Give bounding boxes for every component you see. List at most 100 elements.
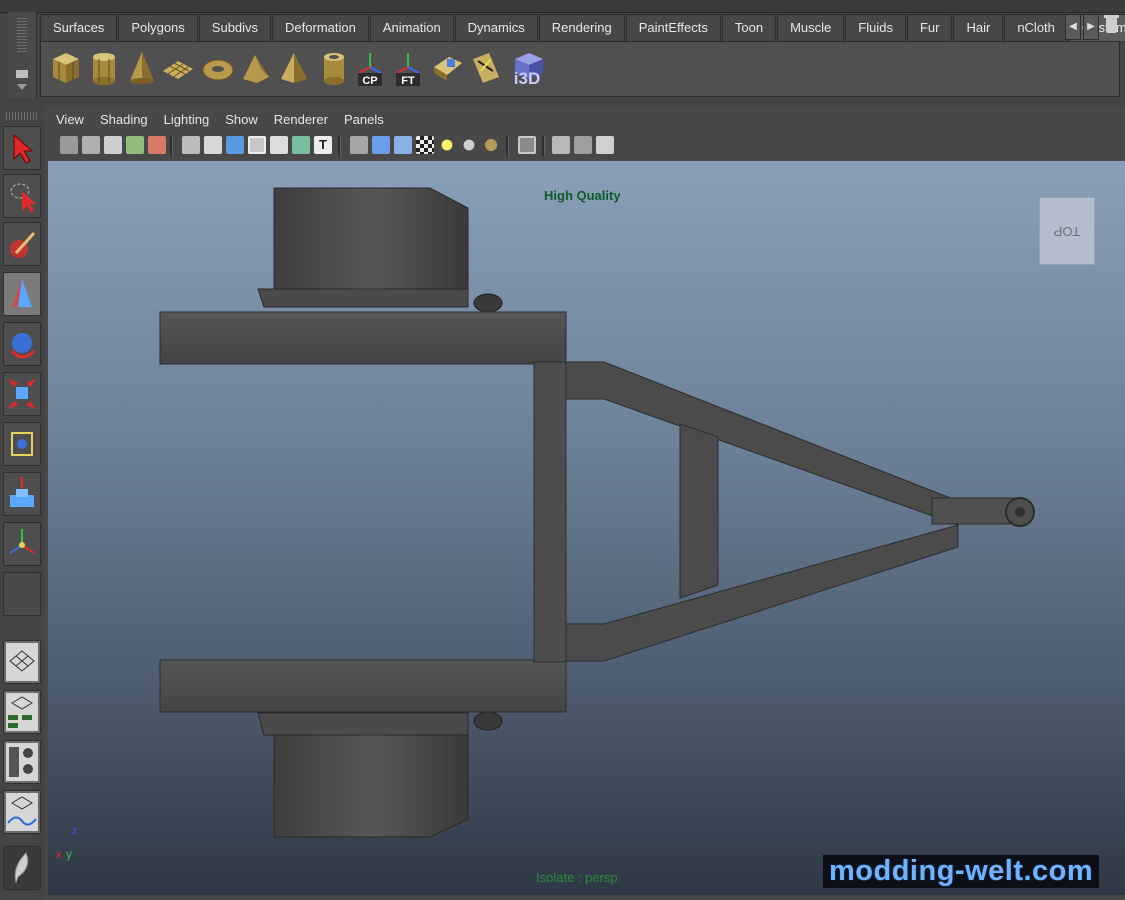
cone-icon[interactable] (125, 49, 159, 87)
torus-icon[interactable] (201, 49, 235, 87)
menu-view[interactable]: View (48, 108, 92, 132)
smooth-shade-icon[interactable] (372, 136, 390, 154)
center-pivot-icon[interactable]: CP (353, 49, 387, 87)
film-gate-icon[interactable] (204, 136, 222, 154)
move-tool-button[interactable] (3, 272, 41, 316)
menu-renderer[interactable]: Renderer (266, 108, 336, 132)
scroll-left-icon[interactable]: ◀ (1065, 14, 1081, 40)
uv-editor-icon[interactable] (431, 49, 465, 87)
backface-culling-icon[interactable] (596, 136, 614, 154)
perspective-viewport[interactable]: High Quality TOP z x y Isolate : persp m… (48, 161, 1125, 895)
show-manipulator-button[interactable] (3, 522, 41, 566)
top-wheel[interactable] (273, 187, 469, 294)
two-d-pan-zoom-icon[interactable] (148, 136, 166, 154)
drawbar-upper-arm[interactable] (565, 361, 959, 526)
universal-manipulator-icon (11, 432, 33, 456)
menu-shading[interactable]: Shading (92, 108, 156, 132)
high-quality-icon[interactable] (482, 136, 500, 154)
safe-action-icon[interactable] (292, 136, 310, 154)
high-quality-label: High Quality (544, 188, 621, 203)
shelf-dropdown-icon[interactable] (17, 84, 27, 90)
prism-icon[interactable] (239, 49, 273, 87)
outliner-layout-button[interactable] (3, 690, 41, 734)
tab-hair[interactable]: Hair (953, 14, 1004, 41)
tab-rendering[interactable]: Rendering (538, 14, 625, 41)
menu-lighting[interactable]: Lighting (156, 108, 218, 132)
camera-attributes-icon[interactable] (82, 136, 100, 154)
field-chart-icon[interactable] (270, 136, 288, 154)
grip-handle-icon[interactable] (17, 18, 27, 54)
freeze-transform-icon[interactable]: FT (391, 49, 425, 87)
shelf-menu-grip[interactable] (8, 12, 37, 98)
cube-icon[interactable] (49, 49, 83, 87)
tab-painteffects[interactable]: PaintEffects (625, 14, 721, 41)
shelf-options-icon[interactable] (16, 70, 28, 78)
select-camera-icon[interactable] (60, 136, 78, 154)
xray-joints-icon[interactable] (574, 136, 592, 154)
soft-mod-icon (10, 477, 34, 507)
scroll-right-icon[interactable]: ▶ (1083, 14, 1099, 40)
graph-editor-layout-button[interactable] (3, 790, 41, 834)
universal-manipulator-button[interactable] (3, 422, 41, 466)
tab-animation[interactable]: Animation (369, 14, 454, 41)
textured-icon[interactable] (416, 136, 434, 154)
tab-fur[interactable]: Fur (906, 14, 953, 41)
top-wheel-rim (257, 288, 469, 308)
i3d-export-icon[interactable]: i3D (507, 49, 547, 87)
pipe-icon[interactable] (317, 49, 351, 87)
bottom-axle-beam[interactable] (159, 659, 567, 713)
resolution-gate-icon[interactable] (226, 136, 244, 154)
wireframe-icon[interactable] (350, 136, 368, 154)
bottom-wheel[interactable] (273, 734, 469, 838)
image-plane-icon[interactable] (126, 136, 144, 154)
tab-toon[interactable]: Toon (721, 14, 777, 41)
drawbar-brace[interactable] (679, 423, 719, 599)
use-all-lights-icon[interactable] (438, 136, 456, 154)
feather-icon (14, 852, 29, 884)
tab-ncloth[interactable]: nCloth (1004, 14, 1068, 41)
tab-polygons[interactable]: Polygons (118, 14, 198, 41)
uv-snapshot-icon[interactable] (469, 49, 503, 87)
shelf-icon-bar: CP FT i3D (40, 41, 1120, 97)
trailer-model[interactable] (48, 161, 1125, 895)
layout-hypershade-icon (6, 743, 38, 781)
select-arrow-icon (13, 133, 34, 164)
wireframe-on-shaded-icon[interactable] (394, 136, 412, 154)
toolbox-grip-icon[interactable] (6, 112, 38, 120)
rotate-tool-button[interactable] (3, 322, 41, 366)
cylinder-icon[interactable] (87, 49, 121, 87)
view-cube[interactable]: TOP (1039, 197, 1095, 265)
paint-select-tool-button[interactable] (3, 222, 41, 266)
tab-muscle[interactable]: Muscle (777, 14, 845, 41)
shadows-icon[interactable] (460, 136, 478, 154)
lasso-tool-button[interactable] (3, 174, 41, 218)
tab-fluids[interactable]: Fluids (845, 14, 906, 41)
tab-dynamics[interactable]: Dynamics (454, 14, 538, 41)
drawbar-lower-arm[interactable] (565, 524, 959, 662)
tab-deformation[interactable]: Deformation (272, 14, 369, 41)
trash-icon[interactable] (1101, 12, 1123, 38)
lasso-icon (10, 183, 36, 213)
menu-show[interactable]: Show (217, 108, 266, 132)
last-tool-button[interactable] (3, 572, 41, 616)
isolate-select-icon[interactable] (518, 136, 536, 154)
pyramid-icon[interactable] (277, 49, 311, 87)
tab-subdivs[interactable]: Subdivs (198, 14, 272, 41)
toolbar-separator (170, 136, 173, 156)
grid-icon[interactable] (182, 136, 200, 154)
tab-surfaces[interactable]: Surfaces (40, 14, 118, 41)
scale-tool-button[interactable] (3, 372, 41, 416)
gate-mask-icon[interactable] (248, 136, 266, 154)
single-perspective-layout-button[interactable] (3, 640, 41, 684)
top-axle-beam[interactable] (159, 311, 567, 365)
select-tool-button[interactable] (3, 126, 41, 170)
safe-title-icon[interactable]: T (314, 136, 332, 154)
soft-modification-button[interactable] (3, 472, 41, 516)
hypershade-layout-button[interactable] (3, 740, 41, 784)
plane-icon[interactable] (161, 49, 195, 87)
xray-icon[interactable] (552, 136, 570, 154)
frame-crossmember[interactable] (533, 361, 567, 663)
bookmarks-icon[interactable] (104, 136, 122, 154)
menu-panels[interactable]: Panels (336, 108, 392, 132)
paint-effects-tool-button[interactable] (3, 846, 41, 890)
